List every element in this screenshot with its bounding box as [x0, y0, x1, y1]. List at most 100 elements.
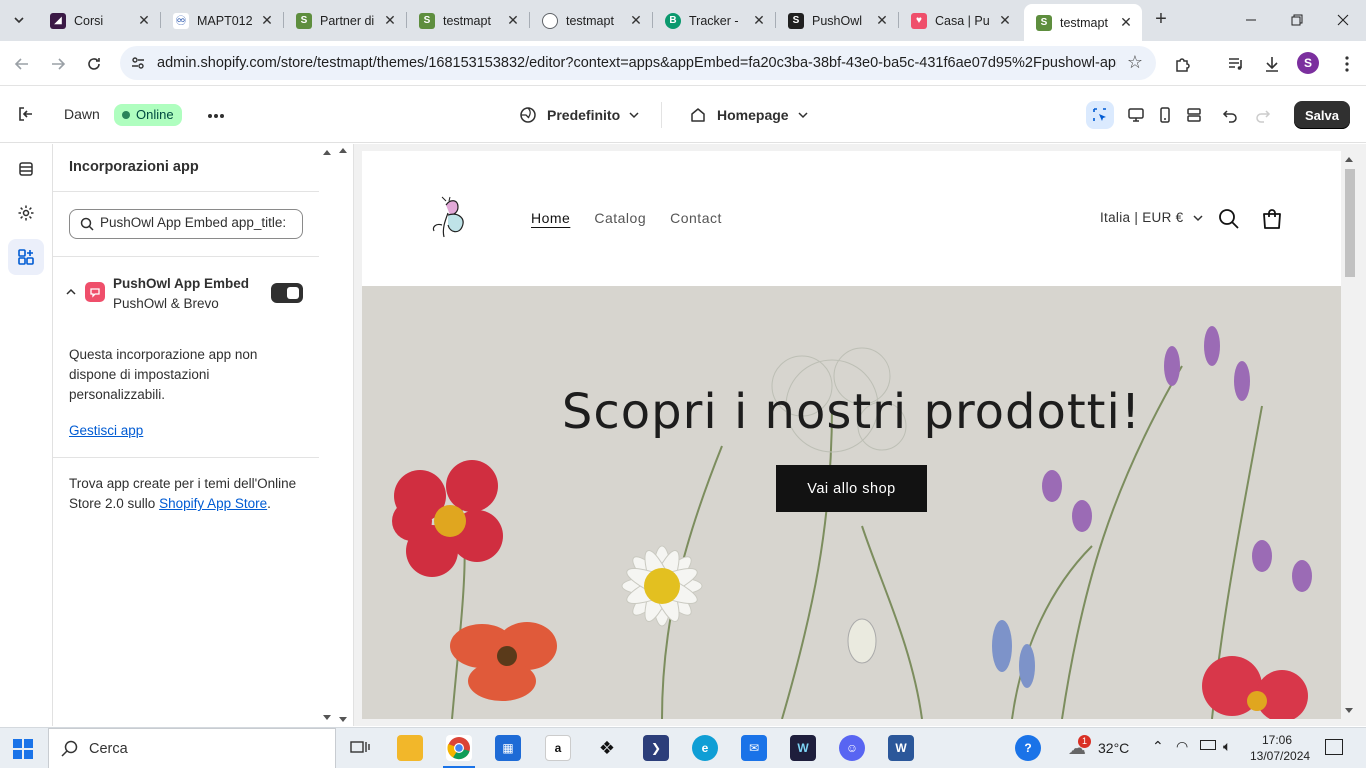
amazon-icon[interactable]: a — [545, 735, 571, 761]
scroll-up-icon[interactable] — [339, 148, 347, 153]
browser-tab-8[interactable]: ♥ Casa | Pu ✕ — [899, 6, 1021, 35]
close-icon[interactable]: ✕ — [628, 12, 644, 29]
store-logo-butterfly[interactable] — [428, 195, 474, 243]
address-bar[interactable]: admin.shopify.com/store/testmapt/themes/… — [120, 46, 1156, 80]
close-icon[interactable]: ✕ — [751, 12, 767, 29]
close-icon[interactable]: ✕ — [874, 12, 890, 29]
close-icon[interactable]: ✕ — [259, 12, 275, 29]
new-tab-button[interactable]: + — [1150, 9, 1172, 31]
extensions-button[interactable] — [1169, 50, 1197, 78]
country-currency-selector[interactable]: Italia | EUR € — [1100, 210, 1204, 225]
sections-button[interactable] — [8, 151, 44, 187]
chevron-up-icon[interactable]: ⌃ — [1152, 738, 1164, 755]
dropbox-icon[interactable]: ❖ — [594, 735, 620, 761]
downloads-button[interactable] — [1258, 50, 1286, 78]
edge-icon[interactable]: e — [692, 735, 718, 761]
battery-icon[interactable] — [1200, 740, 1216, 750]
browser-tab-active[interactable]: S testmapt ✕ — [1024, 4, 1142, 41]
browser-tab-7[interactable]: S PushOwl ✕ — [776, 6, 898, 35]
cart-icon[interactable] — [1260, 207, 1284, 231]
tab-favicon-icon: ◢ — [50, 12, 66, 29]
inspector-button[interactable] — [1086, 101, 1114, 129]
nav-link-contact[interactable]: Contact — [670, 210, 722, 226]
store-preview[interactable]: Home Catalog Contact Italia | EUR € Scop… — [362, 151, 1341, 719]
tab-search-button[interactable] — [6, 8, 32, 32]
search-icon[interactable] — [1217, 207, 1241, 231]
scroll-down-icon[interactable] — [1345, 708, 1353, 713]
mobile-view-button[interactable] — [1151, 101, 1179, 129]
search-field[interactable] — [69, 209, 303, 239]
help-icon[interactable]: ? — [1015, 735, 1041, 761]
task-view-icon[interactable] — [347, 735, 373, 761]
chrome-icon[interactable] — [446, 735, 472, 761]
back-button[interactable] — [8, 50, 36, 78]
app-store-link[interactable]: Shopify App Store — [159, 496, 267, 511]
manage-app-link[interactable]: Gestisci app — [69, 423, 143, 438]
theme-settings-button[interactable] — [8, 195, 44, 231]
windows-start-icon[interactable] — [13, 739, 33, 759]
media-control-button[interactable] — [1222, 50, 1250, 78]
notifications-icon[interactable] — [1325, 739, 1343, 755]
undo-button[interactable] — [1216, 101, 1244, 129]
close-window-button[interactable] — [1320, 0, 1366, 40]
volume-icon[interactable]: 🔈︎ — [1223, 738, 1231, 755]
microsoft-store-icon[interactable]: ▦ — [495, 735, 521, 761]
close-icon[interactable]: ✕ — [382, 12, 398, 29]
fullscreen-view-button[interactable] — [1180, 101, 1208, 129]
close-icon[interactable]: ✕ — [505, 12, 521, 29]
browser-tab-6[interactable]: B Tracker - ✕ — [653, 6, 775, 35]
nav-link-catalog[interactable]: Catalog — [594, 210, 646, 226]
forward-button[interactable] — [44, 50, 72, 78]
media-queue-icon — [1229, 58, 1242, 70]
clock-time[interactable]: 17:06 — [1262, 733, 1292, 747]
scroll-thumb[interactable] — [1345, 169, 1355, 277]
redo-button[interactable] — [1249, 101, 1277, 129]
powershell-icon[interactable]: ❯ — [643, 735, 669, 761]
browser-tab-4[interactable]: S testmapt ✕ — [407, 6, 529, 35]
clock-date[interactable]: 13/07/2024 — [1250, 749, 1310, 763]
word-icon[interactable]: W — [888, 735, 914, 761]
close-icon[interactable]: ✕ — [136, 12, 152, 29]
wifi-icon[interactable]: ◠ — [1176, 738, 1188, 755]
restore-button[interactable] — [1274, 0, 1320, 40]
site-info-icon[interactable] — [130, 55, 146, 71]
scroll-up-icon[interactable] — [1345, 157, 1353, 162]
close-icon[interactable]: ✕ — [1118, 14, 1134, 31]
browser-tab-3[interactable]: S Partner di ✕ — [284, 6, 406, 35]
browser-tab-5[interactable]: testmapt ✕ — [530, 6, 652, 35]
taskbar-search[interactable]: Cerca — [48, 728, 336, 768]
shop-now-button[interactable]: Vai allo shop — [776, 465, 927, 512]
search-input[interactable] — [100, 215, 296, 230]
preview-scrollbar[interactable] — [1341, 151, 1358, 719]
profile-avatar[interactable]: S — [1297, 52, 1319, 74]
panel-scrollbar[interactable] — [319, 144, 334, 726]
mail-icon[interactable]: ✉ — [741, 735, 767, 761]
webex-icon[interactable]: W — [790, 735, 816, 761]
temperature[interactable]: 32°C — [1098, 740, 1129, 756]
desktop-view-button[interactable] — [1122, 101, 1150, 129]
file-explorer-icon[interactable] — [397, 735, 423, 761]
app-embeds-button[interactable] — [8, 239, 44, 275]
reload-button[interactable] — [80, 50, 108, 78]
browser-tab-2[interactable]: ♾ MAPT012 ✕ — [161, 6, 283, 35]
app-embed-toggle[interactable] — [271, 283, 303, 303]
minimize-button[interactable] — [1228, 0, 1274, 40]
nav-link-home[interactable]: Home — [531, 210, 570, 226]
exit-icon — [19, 107, 32, 121]
scroll-up-icon[interactable] — [323, 150, 331, 155]
scroll-down-icon[interactable] — [323, 715, 331, 720]
app-embed-item[interactable]: PushOwl App Embed PushOwl & Brevo — [53, 272, 319, 314]
close-icon[interactable]: ✕ — [997, 12, 1013, 29]
discord-icon[interactable]: ☺ — [839, 735, 865, 761]
chevron-up-icon[interactable] — [65, 286, 77, 298]
save-button[interactable]: Salva — [1294, 101, 1350, 129]
scroll-down-icon[interactable] — [339, 717, 347, 722]
more-actions-button[interactable] — [204, 103, 228, 127]
template-selector[interactable]: Predefinito — [519, 104, 640, 126]
browser-tab-1[interactable]: ◢ Corsi ✕ — [38, 6, 160, 35]
page-selector[interactable]: Homepage — [689, 104, 809, 126]
url-text[interactable]: admin.shopify.com/store/testmapt/themes/… — [157, 55, 1117, 71]
bookmark-star-icon[interactable]: ☆ — [1124, 52, 1146, 74]
browser-menu-button[interactable] — [1333, 50, 1361, 78]
exit-editor-button[interactable] — [16, 104, 38, 126]
